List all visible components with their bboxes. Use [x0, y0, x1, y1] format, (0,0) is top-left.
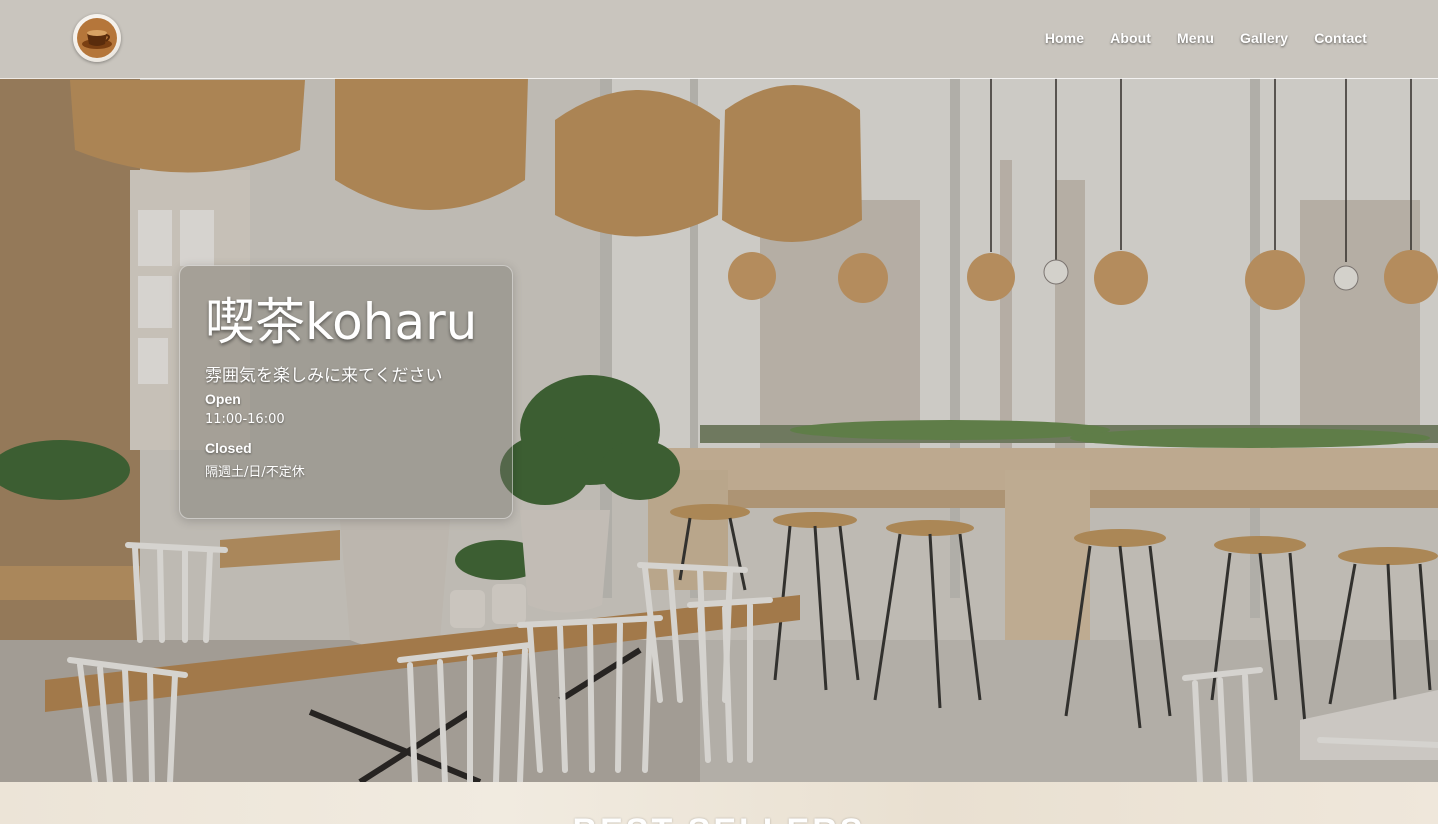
shop-info-card: 喫茶koharu 雰囲気を楽しみに来てください Open 11:00-16:00… [179, 265, 513, 519]
hero-section: Home About Menu Gallery Contact 喫茶koharu… [0, 0, 1438, 782]
coffee-cup-icon[interactable] [73, 14, 121, 62]
closed-days-value: 隔週土/日/不定休 [205, 465, 305, 480]
open-hours-value: 11:00-16:00 [205, 412, 285, 427]
shop-tagline: 雰囲気を楽しみに来てください [205, 366, 443, 386]
nav-link-about[interactable]: About [1110, 30, 1151, 46]
nav-link-contact[interactable]: Contact [1314, 30, 1367, 46]
nav-link-home[interactable]: Home [1045, 30, 1084, 46]
nav-link-menu[interactable]: Menu [1177, 30, 1214, 46]
section-heading: BEST SELLERS [0, 812, 1438, 824]
shop-name-heading: 喫茶koharu [205, 293, 478, 351]
closed-days-label: Closed [205, 440, 252, 456]
open-hours-label: Open [205, 391, 241, 407]
best-sellers-section: BEST SELLERS [0, 782, 1438, 824]
nav-link-gallery[interactable]: Gallery [1240, 30, 1288, 46]
nav-menu: Home About Menu Gallery Contact [1045, 30, 1367, 46]
top-navbar: Home About Menu Gallery Contact [0, 0, 1438, 79]
